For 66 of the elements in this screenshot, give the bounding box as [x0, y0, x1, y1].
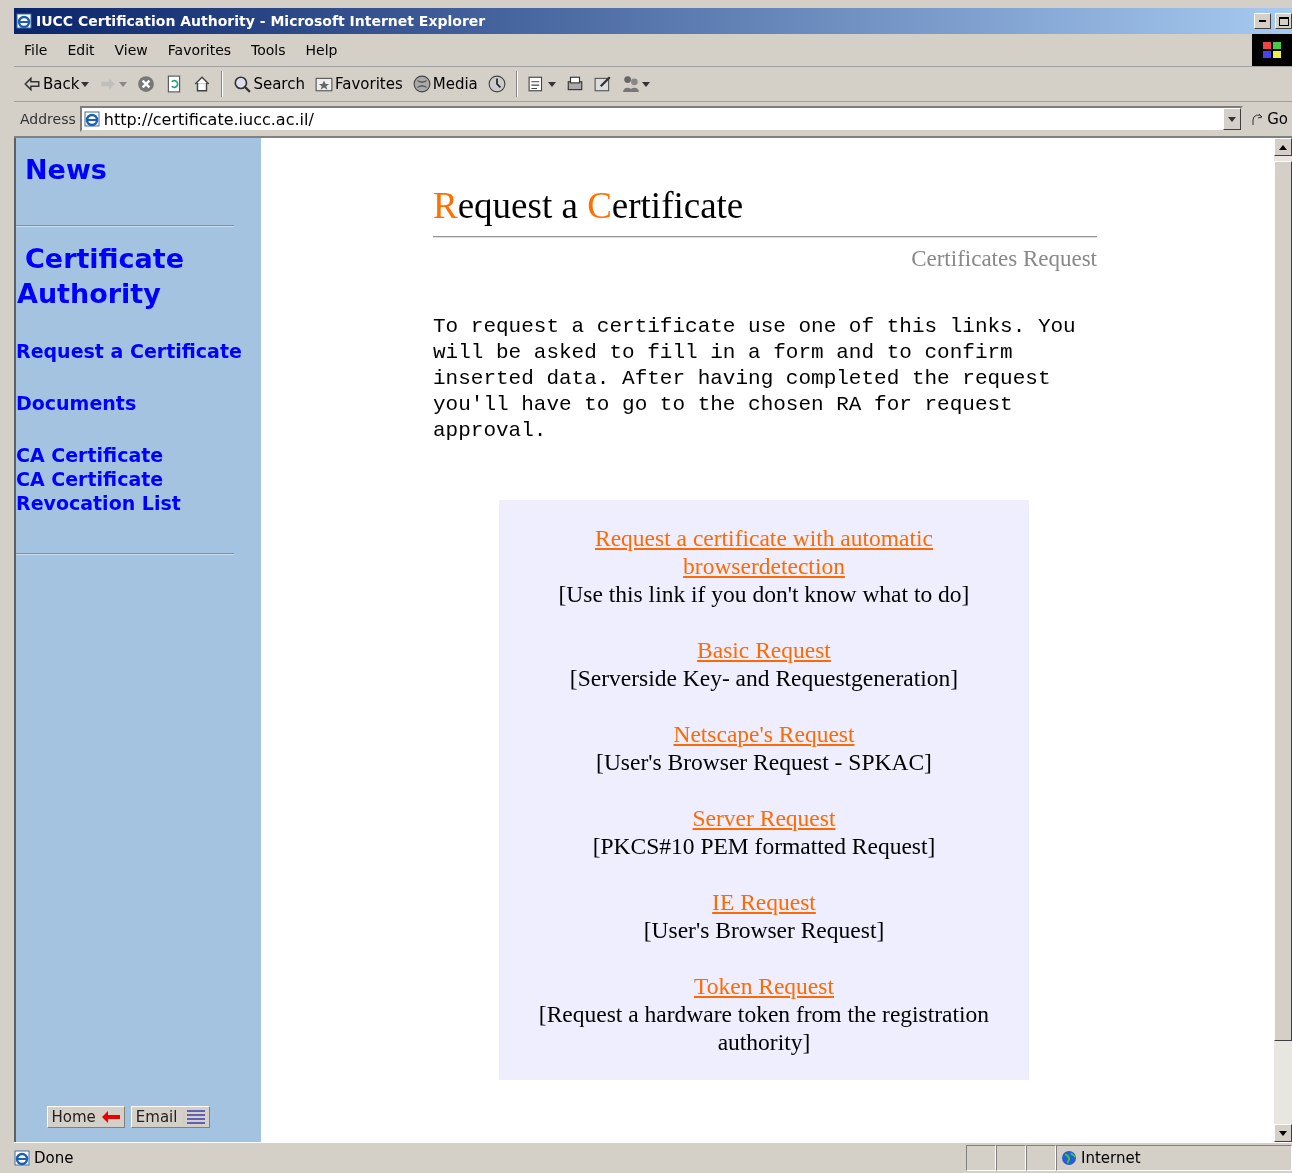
toolbar-button[interactable]: Search	[230, 75, 308, 93]
link-note: [PKCS#10 PEM formatted Request]	[592, 832, 936, 860]
address-label: Address	[20, 111, 76, 127]
link-note: [User's Browser Request - SPKAC]	[596, 748, 932, 776]
toolbar-button[interactable]: Media	[409, 75, 481, 93]
go-button[interactable]: Go	[1247, 110, 1292, 128]
home-icon	[193, 75, 212, 93]
sidebar-heading[interactable]: Certificate Authority	[16, 241, 261, 311]
maximize-button[interactable]	[1275, 13, 1292, 29]
back-arrow-icon	[23, 75, 41, 93]
sidebar-link[interactable]: CA Certificate Revocation List	[16, 467, 261, 515]
menu-item[interactable]: Favorites	[157, 42, 242, 58]
caret-icon	[81, 81, 90, 87]
minimize-button[interactable]	[1254, 13, 1271, 29]
sidebar-button[interactable]: Email	[130, 1106, 211, 1128]
down-arrow-icon	[1279, 1130, 1287, 1136]
menu-item[interactable]: View	[104, 42, 158, 58]
sidebar-button[interactable]: Home	[46, 1106, 125, 1128]
app-icon	[16, 13, 32, 29]
scrollbar[interactable]	[1274, 138, 1292, 1142]
link-note: [Use this link if you don't know what to do]	[558, 580, 970, 608]
toolbar-button[interactable]: Back	[20, 75, 93, 93]
people-icon	[621, 75, 640, 93]
minimize-icon	[1259, 20, 1266, 22]
link-note: [Request a hardware token from the registration authority]	[537, 1000, 991, 1056]
edit-icon	[593, 75, 612, 93]
printer-icon	[565, 75, 584, 93]
menu-item[interactable]: Tools	[241, 42, 296, 58]
stop-icon	[137, 75, 156, 93]
maximize-icon	[1278, 16, 1289, 26]
sidebar-link[interactable]: Documents	[16, 391, 261, 415]
page-heading: Request a Certificate	[433, 184, 745, 228]
caret-icon	[641, 81, 650, 87]
star-folder-icon	[314, 75, 333, 93]
intro-paragraph: To request a certificate use one of this links. You will be asked to fill in a form and to confirm inserted data. After having completed the request you'll have to go to the chosen RA for request approval.	[433, 314, 1077, 444]
caret-icon	[1228, 116, 1237, 122]
globe-icon	[1061, 1150, 1077, 1166]
search-icon	[233, 75, 252, 93]
menu-item[interactable]: File	[14, 42, 58, 58]
globe-icon	[412, 75, 431, 93]
caret-icon	[547, 81, 556, 87]
up-arrow-icon	[1279, 144, 1287, 150]
dropdown-button[interactable]	[1223, 108, 1242, 130]
page-icon	[83, 111, 100, 127]
status-pane	[1026, 1145, 1056, 1171]
page-subheading: Certificates Request	[910, 246, 1097, 272]
link-note: [User's Browser Request]	[643, 916, 885, 944]
sidebar-heading[interactable]: News	[16, 152, 261, 187]
windows-logo	[1252, 34, 1292, 66]
address-field[interactable]: http://certificate.iucc.ac.il/	[79, 106, 1244, 132]
sidebar-link[interactable]: CA Certificate	[16, 443, 261, 467]
window-title: IUCC Certification Authority - Microsoft Internet Explorer	[36, 13, 487, 29]
status-pane	[966, 1145, 996, 1171]
sidebar-link[interactable]: Request a Certificate	[16, 339, 261, 363]
toolbar-button[interactable]: Favorites	[311, 75, 406, 93]
menu-item[interactable]: Help	[295, 42, 348, 58]
list-icon	[183, 1110, 206, 1124]
menu-item[interactable]: Edit	[57, 42, 105, 58]
caret-icon	[119, 81, 128, 87]
clock-icon	[487, 75, 506, 93]
status-pane	[996, 1145, 1026, 1171]
page-icon	[14, 1150, 30, 1166]
zone-indicator: Internet	[1056, 1145, 1292, 1171]
left-arrow-icon	[101, 1111, 120, 1123]
status-text: Done	[14, 1149, 966, 1167]
link-note: [Serverside Key- and Requestgeneration]	[569, 664, 959, 692]
